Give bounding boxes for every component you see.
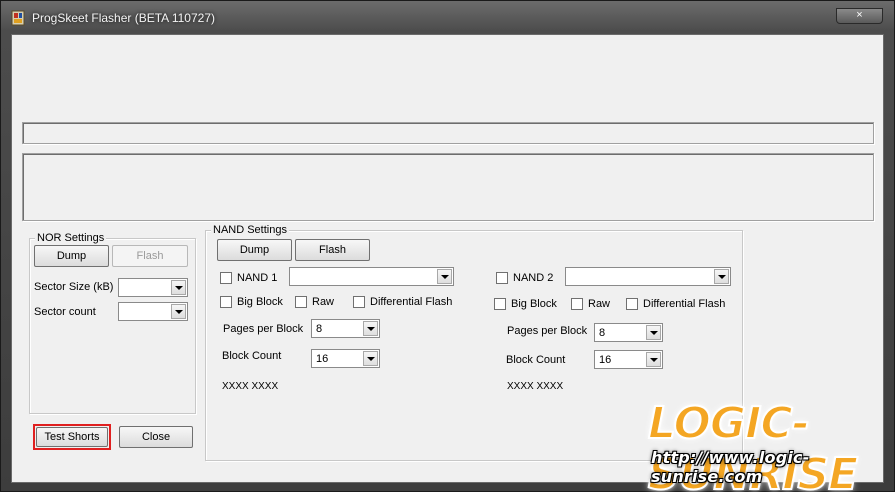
nand1-blockcount-value: 16 [316,353,329,365]
nand2-blockcount-select[interactable]: 16 [594,350,663,369]
log-output-box [22,153,874,221]
nand2-blockcount-value: 16 [599,354,612,366]
nand-dump-button[interactable]: Dump [217,239,292,261]
sector-size-label: Sector Size (kB) [34,281,114,293]
nand1-raw-checkbox[interactable] [295,296,307,308]
nand1-pages-select[interactable]: 8 [311,319,380,338]
close-button[interactable]: Close [119,426,193,448]
chevron-down-icon[interactable] [646,325,661,340]
chevron-down-icon[interactable] [363,321,378,336]
chevron-down-icon[interactable] [437,269,452,284]
nand1-checkbox[interactable] [220,272,232,284]
nand2-id-text: XXXX XXXX [507,381,564,392]
nand2-checkbox[interactable] [496,272,508,284]
window-close-button[interactable]: × [836,8,883,24]
nand-settings-title: NAND Settings [211,224,289,236]
nand2-raw-checkbox[interactable] [571,298,583,310]
chevron-down-icon[interactable] [714,269,729,284]
sector-count-select[interactable] [118,302,188,321]
nand1-bigblock-label: Big Block [237,296,283,308]
nand2-label: NAND 2 [513,272,554,284]
nand2-blockcount-label: Block Count [506,354,566,366]
nor-flash-button[interactable]: Flash [112,245,188,267]
nand1-id-text: XXXX XXXX [222,381,279,392]
chevron-down-icon[interactable] [363,351,378,366]
nand2-pages-value: 8 [599,327,606,339]
nand1-blockcount-select[interactable]: 16 [311,349,380,368]
nand2-bigblock-label: Big Block [511,298,557,310]
nand2-pages-label: Pages per Block [507,325,588,337]
chevron-down-icon[interactable] [171,280,186,295]
nand1-blockcount-label: Block Count [222,350,282,362]
nand1-bigblock-checkbox[interactable] [220,296,232,308]
nand2-bigblock-checkbox[interactable] [494,298,506,310]
nand1-label: NAND 1 [237,272,278,284]
test-shorts-button[interactable]: Test Shorts [36,427,108,447]
chevron-down-icon[interactable] [646,352,661,367]
nand1-diff-label: Differential Flash [370,296,453,308]
window-title: ProgSkeet Flasher (BETA 110727) [32,11,215,25]
nand2-raw-label: Raw [588,298,611,310]
nand1-pages-value: 8 [316,323,323,335]
nand2-diff-checkbox[interactable] [626,298,638,310]
nand2-select[interactable] [565,267,731,286]
nor-settings-title: NOR Settings [35,232,107,244]
nor-dump-button[interactable]: Dump [34,245,109,267]
nand2-diff-label: Differential Flash [643,298,726,310]
nand2-pages-select[interactable]: 8 [594,323,663,342]
nand1-select[interactable] [289,267,454,286]
chevron-down-icon[interactable] [171,304,186,319]
app-icon [11,10,25,26]
watermark-url: http://www.logic-sunrise.com [651,448,810,486]
nand1-diff-checkbox[interactable] [353,296,365,308]
progress-bar [22,122,874,144]
nand1-pages-label: Pages per Block [223,323,304,335]
nand-flash-button[interactable]: Flash [295,239,370,261]
sector-size-select[interactable] [118,278,188,297]
sector-count-label: Sector count [34,306,96,318]
nand1-raw-label: Raw [312,296,335,308]
